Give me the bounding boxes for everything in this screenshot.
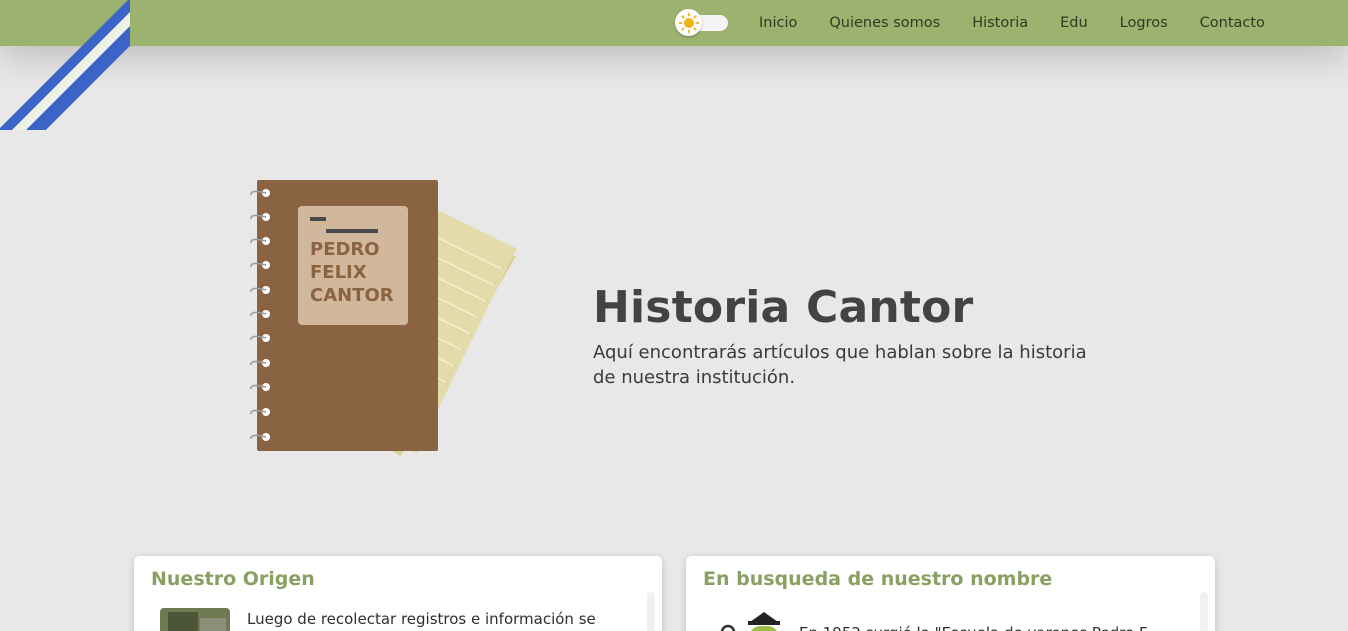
sun-icon (678, 12, 699, 33)
detective-illustration (714, 608, 784, 631)
notebook-label-line-2: FELIX (310, 262, 367, 283)
card-title: En busqueda de nuestro nombre (703, 568, 1053, 590)
card-scrollbar[interactable] (1200, 592, 1208, 631)
card-excerpt: En 1952 surgió la "Escuela de varones Pe… (799, 622, 1150, 631)
nav-link-logros[interactable]: Logros (1120, 15, 1168, 31)
nav-link-contacto[interactable]: Contacto (1200, 15, 1265, 31)
card-scrollbar[interactable] (647, 592, 655, 631)
article-card-origen[interactable]: Nuestro Origen Luego de recolectar regis… (134, 556, 662, 631)
nav-link-inicio[interactable]: Inicio (759, 15, 797, 31)
notebook-label-line-3: CANTOR (310, 285, 394, 306)
nav-menu: Inicio Quienes somos Historia Edu Logros… (759, 0, 1265, 46)
notebook-label-line-1: PEDRO (310, 239, 380, 260)
theme-toggle[interactable] (675, 9, 728, 36)
flag-ribbon (0, 0, 130, 130)
card-excerpt: Luego de recolectar registros e informac… (247, 610, 596, 628)
card-title: Nuestro Origen (151, 568, 315, 590)
article-card-nombre[interactable]: En busqueda de nuestro nombre En 1952 su… (686, 556, 1215, 631)
navbar: Inicio Quienes somos Historia Edu Logros… (0, 0, 1348, 46)
notebook-illustration: PEDRO FELIX CANTOR (240, 175, 560, 460)
page-subtitle: Aquí encontrarás artículos que hablan so… (593, 342, 1087, 388)
nav-link-quienes-somos[interactable]: Quienes somos (829, 15, 940, 31)
nav-link-historia[interactable]: Historia (972, 15, 1028, 31)
page-title: Historia Cantor (593, 282, 974, 333)
nav-link-edu[interactable]: Edu (1060, 15, 1088, 31)
card-thumbnail (160, 608, 230, 631)
toggle-knob (675, 9, 702, 36)
